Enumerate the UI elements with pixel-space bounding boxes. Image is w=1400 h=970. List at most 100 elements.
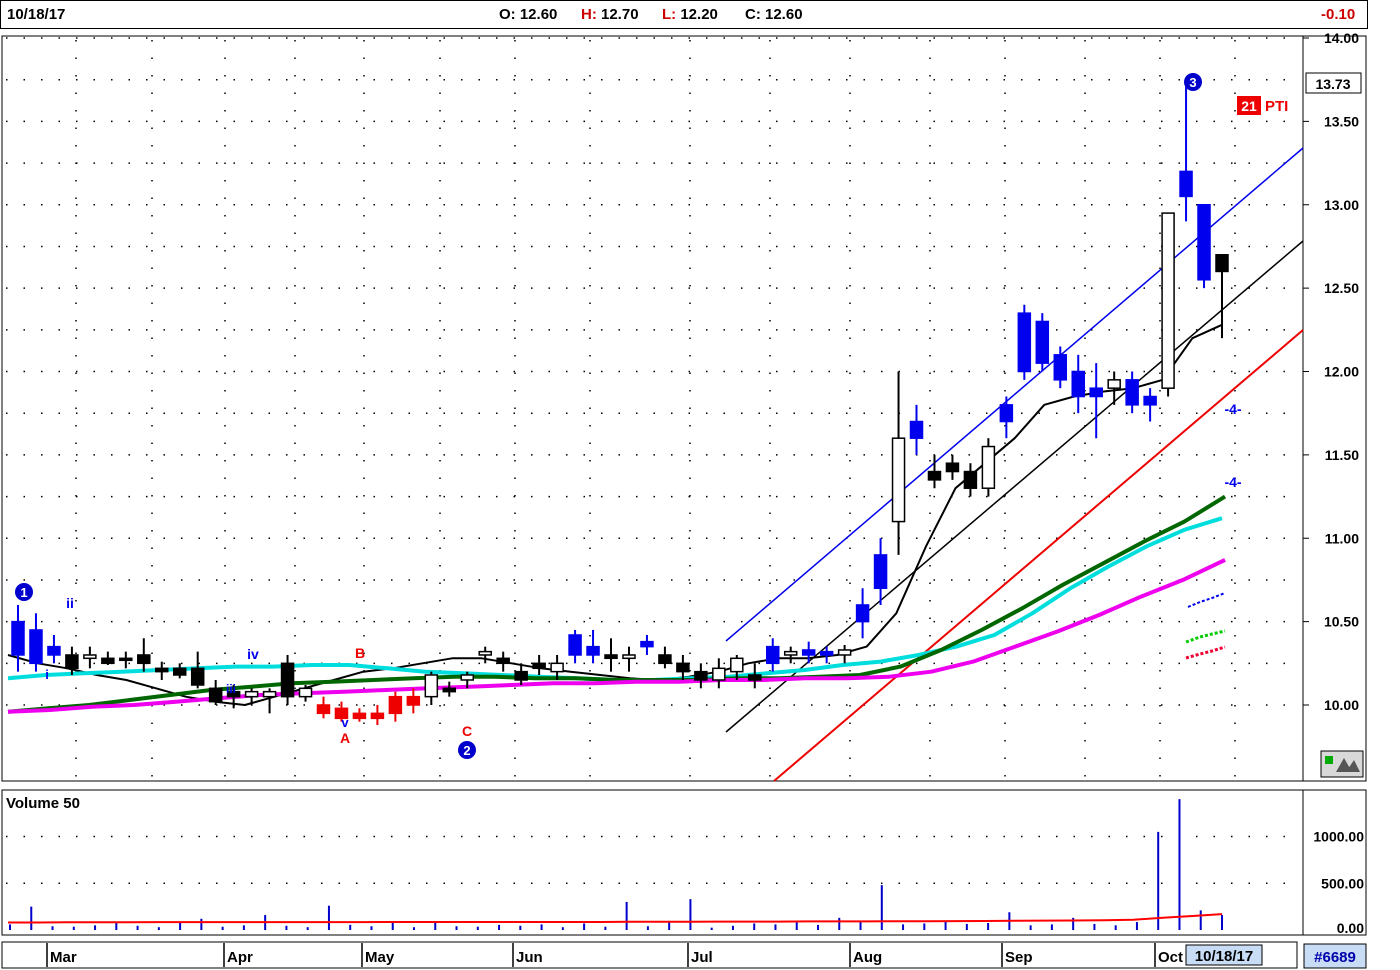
candle-body (388, 695, 403, 715)
wave-label-3: 3 (1189, 75, 1196, 90)
candle-body (568, 634, 582, 656)
candle-body (1089, 387, 1103, 398)
price-tick-label: 11.50 (1325, 447, 1359, 463)
candle-body (550, 662, 564, 673)
price-volume-chart: 10.0010.5011.0011.5012.0012.5013.0013.50… (1, 30, 1367, 969)
candle-body (316, 704, 331, 715)
candle-body (945, 462, 960, 473)
wave-label-i: i (45, 667, 49, 682)
candle-body (1035, 320, 1050, 364)
candle-body (765, 645, 780, 665)
candle-body (1197, 204, 1211, 281)
candle-body (137, 654, 151, 665)
price-tick-label: 13.50 (1324, 113, 1359, 129)
pti-value: 21 (1241, 98, 1257, 114)
price-tick-label: 12.00 (1324, 364, 1359, 380)
wave-label-1: 1 (20, 585, 27, 600)
candle-body (1125, 379, 1139, 406)
price-tick-label: 14.00 (1324, 30, 1359, 46)
candle-body (855, 604, 870, 623)
candle-body (1017, 312, 1032, 373)
candle-body (1179, 170, 1193, 198)
candle-body (83, 654, 97, 660)
month-label: Apr (227, 949, 253, 966)
candle-body (514, 670, 528, 681)
month-label: Sep (1005, 949, 1033, 966)
volume-tick-label: 0.00 (1337, 920, 1364, 936)
volume-panel (1, 789, 1367, 936)
candle-body (712, 667, 726, 681)
candle-body (65, 654, 79, 670)
price-tick-label: 10.50 (1324, 614, 1359, 630)
candle-body (586, 645, 600, 656)
projection-label-2: -4- (1224, 474, 1241, 490)
wave-label-ii: ii (66, 595, 74, 611)
candle-body (460, 674, 475, 681)
time-axis (1, 941, 1298, 969)
candle-body (694, 670, 708, 681)
current-price: 13.73 (1315, 76, 1350, 92)
candle-body (352, 712, 367, 720)
month-label: Aug (853, 949, 882, 966)
volume-tick-label: 1000.00 (1313, 829, 1364, 845)
candle-body (47, 645, 61, 656)
wave-label-iii: iii (226, 682, 236, 696)
candle-body (406, 695, 421, 706)
candle-body (640, 640, 654, 648)
projection-label-1: -4- (1224, 401, 1241, 417)
candle-body (244, 690, 259, 698)
candle-body (370, 712, 385, 720)
symbol-value: #6689 (1314, 949, 1356, 966)
candle-body (1053, 354, 1068, 381)
candle-body (424, 674, 439, 698)
month-label: Oct (1158, 949, 1183, 966)
candle-body (262, 690, 277, 698)
candle-body (172, 667, 187, 676)
candle-body (101, 657, 115, 665)
candle-body (981, 445, 996, 489)
candle-body (658, 654, 672, 665)
candle-body (442, 687, 457, 693)
candle-body (730, 657, 744, 673)
wave-label-a: A (340, 730, 350, 746)
candle-body (532, 662, 546, 670)
pti-label: PTI (1265, 98, 1288, 115)
month-label: May (365, 949, 395, 966)
candle-body (801, 649, 816, 656)
candle-body (280, 662, 295, 698)
volume-title: Volume 50 (6, 795, 80, 812)
candle-body (208, 687, 223, 703)
candle-body (963, 470, 978, 489)
month-label: Mar (50, 949, 77, 966)
candle-body (1143, 395, 1157, 406)
candle-body (909, 420, 924, 439)
candle-body (837, 649, 852, 656)
candle-body (155, 667, 169, 673)
candle-body (496, 657, 510, 665)
date-box-value: 10/18/17 (1195, 948, 1253, 965)
candle-body (1161, 212, 1175, 389)
candle-body (1107, 379, 1121, 389)
chart-tool-icon[interactable] (1320, 750, 1364, 778)
month-label: Jul (691, 949, 713, 966)
price-tick-label: 13.00 (1324, 197, 1359, 213)
candle-body (478, 650, 492, 656)
candle-body (119, 657, 133, 662)
candle-body (190, 667, 205, 686)
candle-body (622, 654, 636, 660)
volume-tick-label: 500.00 (1321, 875, 1364, 891)
price-tick-label: 11.00 (1325, 530, 1359, 546)
candle-body (748, 674, 762, 681)
candle-body (999, 404, 1014, 423)
wave-label-2: 2 (463, 743, 470, 758)
candle-body (11, 620, 25, 656)
wave-label-c: C (462, 723, 472, 739)
candle-body (1215, 254, 1229, 273)
candle-body (1071, 370, 1085, 398)
wave-label-b: B (355, 645, 365, 661)
candle-body (819, 650, 834, 656)
candle-body (891, 437, 906, 523)
candle-body (676, 662, 690, 673)
candle-body (927, 470, 942, 481)
candle-body (873, 554, 888, 590)
